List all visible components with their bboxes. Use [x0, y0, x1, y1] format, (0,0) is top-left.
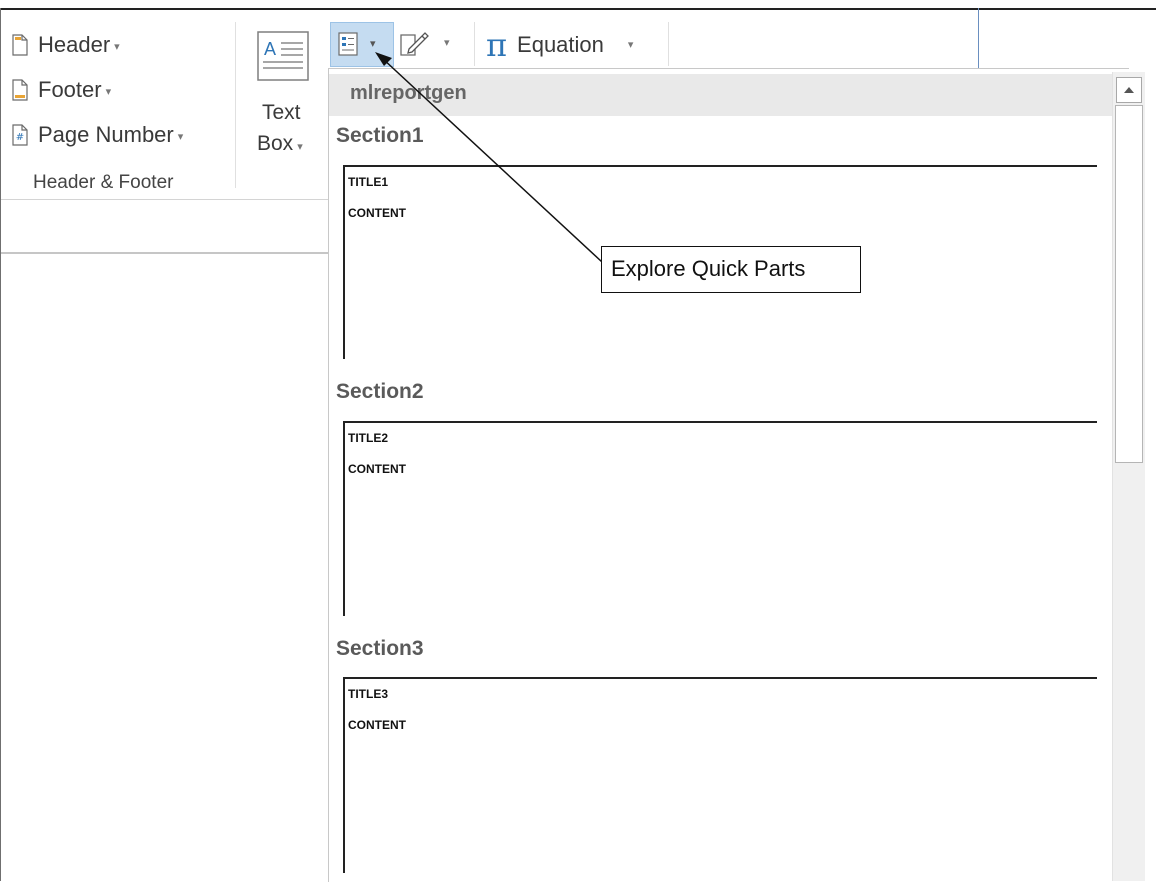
annotation-callout: Explore Quick Parts [601, 246, 861, 293]
callout-arrow [375, 52, 603, 263]
callout-text: Explore Quick Parts [611, 256, 806, 281]
